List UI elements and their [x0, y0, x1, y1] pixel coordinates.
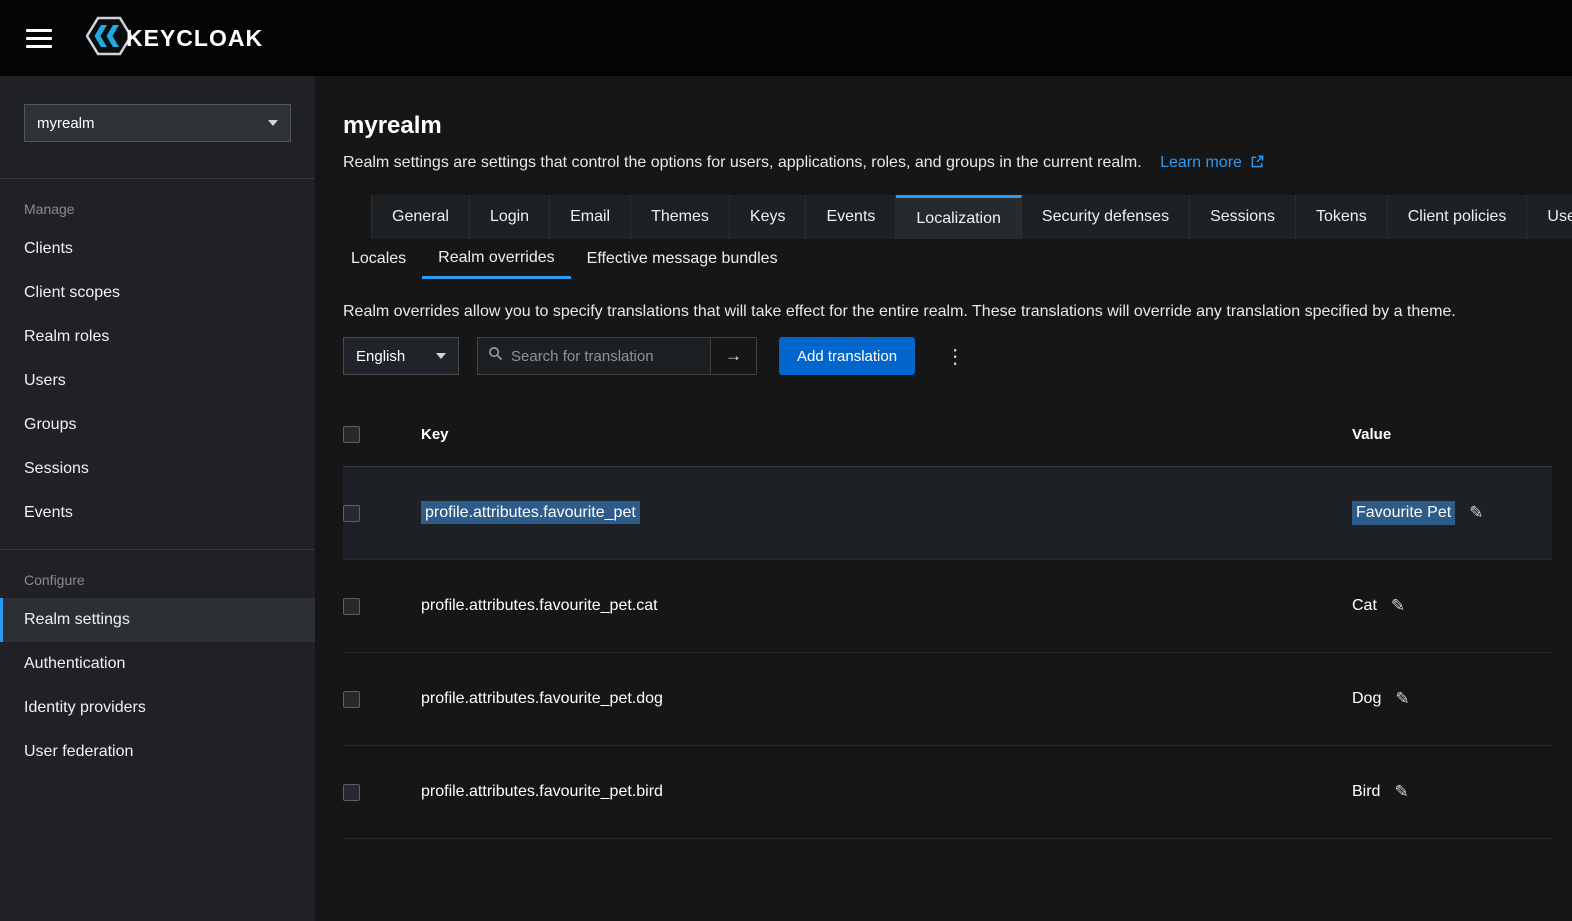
sidebar-item-identity-providers[interactable]: Identity providers [0, 686, 315, 730]
realm-selector-value: myrealm [37, 115, 95, 132]
sidebar-item-client-scopes[interactable]: Client scopes [0, 271, 315, 315]
realm-settings-tabs: General Login Email Themes Keys Events L… [371, 195, 1572, 239]
tab-security-defenses[interactable]: Security defenses [1022, 195, 1190, 239]
localization-subtabs: Locales Realm overrides Effective messag… [335, 239, 1552, 279]
realm-overrides-table: Key Value profile.attributes.favourite_p… [343, 403, 1552, 839]
tab-events[interactable]: Events [806, 195, 896, 239]
realm-overrides-description: Realm overrides allow you to specify tra… [343, 303, 1552, 321]
keycloak-logo[interactable]: KEYCLOAK [86, 16, 263, 61]
menu-toggle-icon[interactable] [26, 29, 52, 48]
pencil-icon: ✎ [1469, 503, 1483, 522]
search-input[interactable] [511, 348, 691, 365]
edit-value-button[interactable]: ✎ [1394, 782, 1408, 802]
tab-client-policies[interactable]: Client policies [1388, 195, 1528, 239]
row-key: profile.attributes.favourite_pet.bird [421, 783, 663, 800]
row-key: profile.attributes.favourite_pet.cat [421, 597, 658, 614]
sidebar-item-clients[interactable]: Clients [0, 227, 315, 271]
page-title: myrealm [343, 112, 1552, 140]
edit-value-button[interactable]: ✎ [1395, 689, 1409, 709]
sidebar-item-events[interactable]: Events [0, 491, 315, 535]
sidebar-item-user-federation[interactable]: User federation [0, 730, 315, 774]
tab-themes[interactable]: Themes [631, 195, 730, 239]
row-checkbox[interactable] [343, 598, 360, 615]
learn-more-link[interactable]: Learn more [1160, 154, 1264, 171]
column-header-value: Value [1352, 426, 1552, 443]
edit-value-button[interactable]: ✎ [1391, 596, 1405, 616]
pencil-icon: ✎ [1395, 689, 1409, 708]
sidebar-item-realm-roles[interactable]: Realm roles [0, 315, 315, 359]
tab-login[interactable]: Login [470, 195, 550, 239]
kebab-menu-icon[interactable]: ⋮ [939, 344, 971, 369]
main-content: myrealm Realm settings are settings that… [315, 76, 1572, 921]
language-select-value: English [356, 348, 405, 365]
chevron-down-icon [436, 353, 446, 359]
add-translation-button[interactable]: Add translation [779, 337, 915, 375]
subtab-effective-message-bundles[interactable]: Effective message bundles [571, 239, 794, 279]
chevron-down-icon [268, 120, 278, 126]
tab-localization[interactable]: Localization [896, 195, 1022, 239]
row-key: profile.attributes.favourite_pet.dog [421, 690, 663, 707]
table-row: profile.attributes.favourite_pet Favouri… [343, 467, 1552, 560]
sidebar-item-authentication[interactable]: Authentication [0, 642, 315, 686]
search-icon [488, 346, 503, 366]
row-checkbox[interactable] [343, 691, 360, 708]
table-toolbar: English → Add translation [343, 337, 1552, 375]
top-bar: KEYCLOAK [0, 0, 1572, 76]
tab-tokens[interactable]: Tokens [1296, 195, 1388, 239]
subtab-realm-overrides[interactable]: Realm overrides [422, 239, 570, 279]
search-group: → [477, 337, 757, 375]
external-link-icon [1251, 155, 1264, 173]
sidebar-item-groups[interactable]: Groups [0, 403, 315, 447]
tab-email[interactable]: Email [550, 195, 631, 239]
realm-selector[interactable]: myrealm [24, 104, 291, 142]
page-description: Realm settings are settings that control… [343, 154, 1552, 173]
table-row: profile.attributes.favourite_pet.dog Dog… [343, 653, 1552, 746]
row-value: Dog [1352, 690, 1381, 708]
page-description-text: Realm settings are settings that control… [343, 154, 1142, 171]
row-value: Cat [1352, 597, 1377, 615]
row-key: profile.attributes.favourite_pet [421, 501, 640, 524]
sidebar: myrealm Manage Clients Client scopes Rea… [0, 76, 315, 921]
sidebar-item-sessions[interactable]: Sessions [0, 447, 315, 491]
sidebar-section-configure: Configure [0, 550, 315, 598]
sidebar-item-users[interactable]: Users [0, 359, 315, 403]
arrow-right-icon: → [725, 346, 742, 366]
tab-keys[interactable]: Keys [730, 195, 807, 239]
edit-value-button[interactable]: ✎ [1469, 503, 1483, 523]
brand-wordmark: KEYCLOAK [126, 25, 263, 52]
tab-general[interactable]: General [371, 195, 470, 239]
pencil-icon: ✎ [1391, 596, 1405, 615]
sidebar-section-manage: Manage [0, 179, 315, 227]
language-select[interactable]: English [343, 337, 459, 375]
select-all-checkbox[interactable] [343, 426, 360, 443]
row-value: Favourite Pet [1352, 501, 1455, 525]
column-header-key: Key [421, 426, 1352, 443]
learn-more-label: Learn more [1160, 154, 1242, 171]
search-box [477, 337, 711, 375]
row-checkbox[interactable] [343, 505, 360, 522]
pencil-icon: ✎ [1394, 782, 1408, 801]
table-header-row: Key Value [343, 403, 1552, 467]
table-row: profile.attributes.favourite_pet.cat Cat… [343, 560, 1552, 653]
tab-user-registration[interactable]: User registration [1527, 195, 1572, 239]
subtab-locales[interactable]: Locales [335, 239, 422, 279]
row-checkbox[interactable] [343, 784, 360, 801]
tab-sessions[interactable]: Sessions [1190, 195, 1296, 239]
row-value: Bird [1352, 783, 1380, 801]
search-submit-button[interactable]: → [711, 337, 757, 375]
table-row: profile.attributes.favourite_pet.bird Bi… [343, 746, 1552, 839]
sidebar-item-realm-settings[interactable]: Realm settings [0, 598, 315, 642]
